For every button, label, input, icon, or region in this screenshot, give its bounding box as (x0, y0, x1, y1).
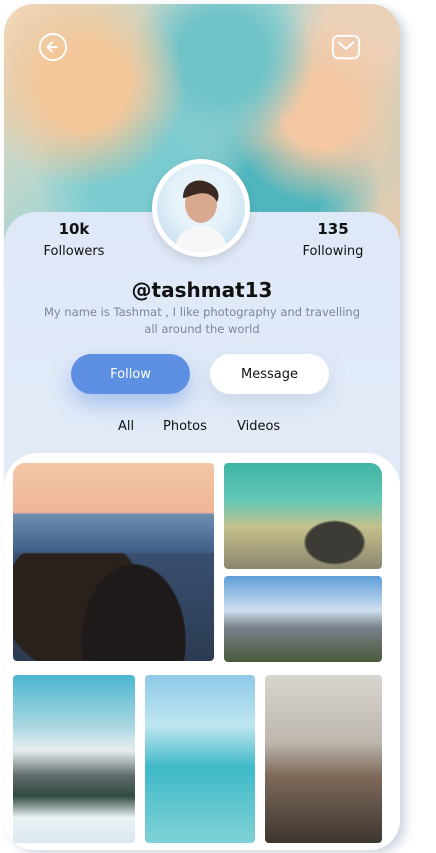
avatar[interactable] (152, 159, 250, 257)
following-label: Following (302, 244, 364, 259)
message-button[interactable]: Message (210, 354, 329, 394)
gallery-photo[interactable] (145, 675, 255, 843)
bio-text: My name is Tashmat , I like photography … (44, 305, 361, 336)
avatar-photo (157, 164, 245, 252)
gallery-photo[interactable] (224, 463, 382, 569)
tab-all[interactable]: All (118, 419, 134, 434)
profile-screen: 10k Followers 135 Following @tashmat13 M… (4, 4, 400, 850)
username: @tashmat13 (131, 278, 273, 302)
back-button[interactable] (38, 32, 68, 62)
photo-gallery (4, 453, 400, 850)
mail-button[interactable] (331, 32, 361, 62)
gallery-photo[interactable] (13, 463, 214, 661)
tab-videos[interactable]: Videos (237, 419, 280, 434)
gallery-photo[interactable] (265, 675, 382, 843)
followers-label: Followers (43, 244, 105, 259)
followers-count: 10k (58, 220, 90, 238)
person-icon (175, 180, 227, 252)
back-arrow-icon (38, 32, 68, 62)
gallery-photo[interactable] (224, 576, 382, 662)
followers-stat[interactable]: 10k Followers (34, 220, 114, 259)
mail-icon (331, 34, 361, 60)
following-count: 135 (317, 220, 349, 238)
following-stat[interactable]: 135 Following (292, 220, 374, 259)
gallery-photo[interactable] (13, 675, 135, 843)
follow-button[interactable]: Follow (71, 354, 190, 394)
tab-photos[interactable]: Photos (163, 419, 207, 434)
